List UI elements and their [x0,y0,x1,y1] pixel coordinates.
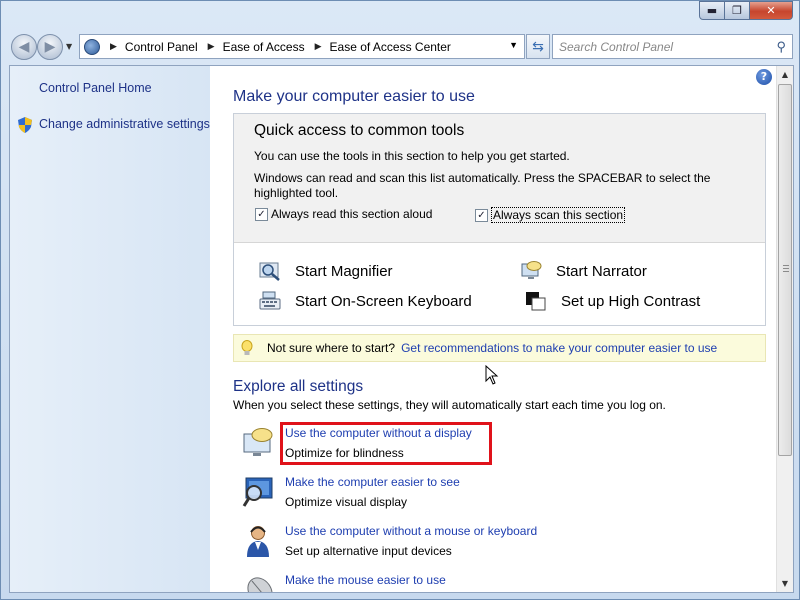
address-dropdown-icon[interactable]: ▼ [509,40,518,50]
minimize-button[interactable]: ▬ [699,1,725,20]
mouse-pointer-icon [485,365,499,385]
search-placeholder: Search Control Panel [559,40,674,54]
tip-prefix: Not sure where to start? [267,341,396,355]
forward-arrow-icon: ▶ [44,39,56,55]
uac-shield-icon [18,117,32,133]
navigation-bar: ◀ ▶ ▼ ▶ Control Panel ▶ Ease of Access ▶… [9,32,793,62]
refresh-button[interactable]: ⇆ [526,34,550,59]
search-icon[interactable]: ⚲ [776,39,786,55]
scan-checkbox[interactable]: ✓ [475,208,488,222]
help-icon[interactable]: ? [756,69,772,85]
quick-access-line3: highlighted tool. [254,186,339,200]
content-area: Control Panel Home Change administrative… [9,65,794,593]
keyboard-icon [259,291,281,310]
speech-display-icon [243,428,273,456]
close-button[interactable]: ✕ [750,1,793,20]
start-on-screen-keyboard-tool[interactable]: Start On-Screen Keyboard [259,291,472,311]
setting-easier-to-see[interactable]: Make the computer easier to see Optimize… [242,475,662,519]
magnify-display-icon [242,477,273,507]
scroll-down-icon[interactable]: ▼ [777,575,793,592]
mouse-icon [247,577,273,592]
easier-to-see-link[interactable]: Make the computer easier to see [285,475,460,489]
sidebar: Control Panel Home Change administrative… [10,66,210,592]
address-bar[interactable]: ▶ Control Panel ▶ Ease of Access ▶ Ease … [79,34,525,59]
change-admin-settings-link[interactable]: Change administrative settings [39,117,210,131]
without-mouse-keyboard-link[interactable]: Use the computer without a mouse or keyb… [285,524,537,538]
magnifier-icon [259,262,280,281]
explore-description: When you select these settings, they wil… [233,398,666,412]
easier-to-see-subtext: Optimize visual display [285,495,408,509]
control-panel-home-link[interactable]: Control Panel Home [39,81,152,95]
explore-all-settings-heading: Explore all settings [233,378,364,395]
lightbulb-icon [241,340,253,355]
set-up-high-contrast-tool[interactable]: Set up High Contrast [525,291,700,311]
ease-of-access-window: ▬ ❐ ✕ ◀ ▶ ▼ ▶ Control Panel ▶ Ease of Ac… [0,0,800,600]
person-headset-icon [247,526,269,557]
back-arrow-icon: ◀ [18,39,30,55]
main-panel: ? Make your computer easier to use Quick… [210,66,776,592]
vertical-scrollbar[interactable]: ▲ ▼ [776,66,793,592]
setting-mouse-easier[interactable]: Make the mouse easier to use [242,573,662,592]
search-input[interactable]: Search Control Panel ⚲ [552,34,793,59]
forward-button[interactable]: ▶ [37,34,63,60]
quick-access-line2: Windows can read and scan this list auto… [254,171,711,185]
breadcrumb-control-panel[interactable]: Control Panel [125,40,198,54]
mouse-easier-link[interactable]: Make the mouse easier to use [285,573,446,587]
maximize-button[interactable]: ❐ [725,1,750,20]
quick-access-title: Quick access to common tools [254,122,465,139]
caption-buttons: ▬ ❐ ✕ [699,1,793,20]
back-button[interactable]: ◀ [11,34,37,60]
highlight-annotation-box [280,422,492,465]
breadcrumb-ease-of-access[interactable]: Ease of Access [223,40,305,54]
chevron-right-icon[interactable]: ▶ [315,41,322,52]
recommendation-tip-bar: Not sure where to start? Get recommendat… [233,334,766,362]
read-aloud-option[interactable]: ✓ Always read this section aloud [255,207,432,221]
setting-without-mouse-keyboard[interactable]: Use the computer without a mouse or keyb… [242,524,662,568]
read-aloud-checkbox[interactable]: ✓ [255,207,268,221]
control-panel-icon [84,38,100,55]
recent-pages-dropdown-icon[interactable]: ▼ [66,42,72,51]
high-contrast-icon [526,292,546,311]
grip-line [783,271,789,272]
read-aloud-label[interactable]: Always read this section aloud [271,207,432,221]
quick-access-box: Quick access to common tools You can use… [233,113,766,326]
narrator-icon [521,261,542,279]
chevron-right-icon[interactable]: ▶ [208,41,215,52]
scroll-up-icon[interactable]: ▲ [777,66,793,83]
start-narrator-label[interactable]: Start Narrator [556,263,647,280]
start-magnifier-label[interactable]: Start Magnifier [295,263,393,280]
quick-access-header: Quick access to common tools You can use… [234,114,765,243]
start-on-screen-keyboard-label[interactable]: Start On-Screen Keyboard [295,293,472,310]
quick-access-line1: You can use the tools in this section to… [254,149,570,163]
breadcrumb-ease-of-access-center[interactable]: Ease of Access Center [330,40,451,54]
refresh-icon: ⇆ [532,38,544,55]
scan-label[interactable]: Always scan this section [491,207,626,223]
grip-line [783,265,789,266]
page-title: Make your computer easier to use [233,88,475,105]
scan-option[interactable]: ✓ Always scan this section [475,207,626,223]
start-magnifier-tool[interactable]: Start Magnifier [259,261,393,281]
chevron-right-icon[interactable]: ▶ [110,41,117,52]
without-mouse-keyboard-subtext: Set up alternative input devices [285,544,452,558]
get-recommendations-link[interactable]: Get recommendations to make your compute… [401,341,717,355]
start-narrator-tool[interactable]: Start Narrator [520,261,647,281]
grip-line [783,268,789,269]
scrollbar-thumb[interactable] [778,84,792,456]
set-up-high-contrast-label[interactable]: Set up High Contrast [561,293,700,310]
